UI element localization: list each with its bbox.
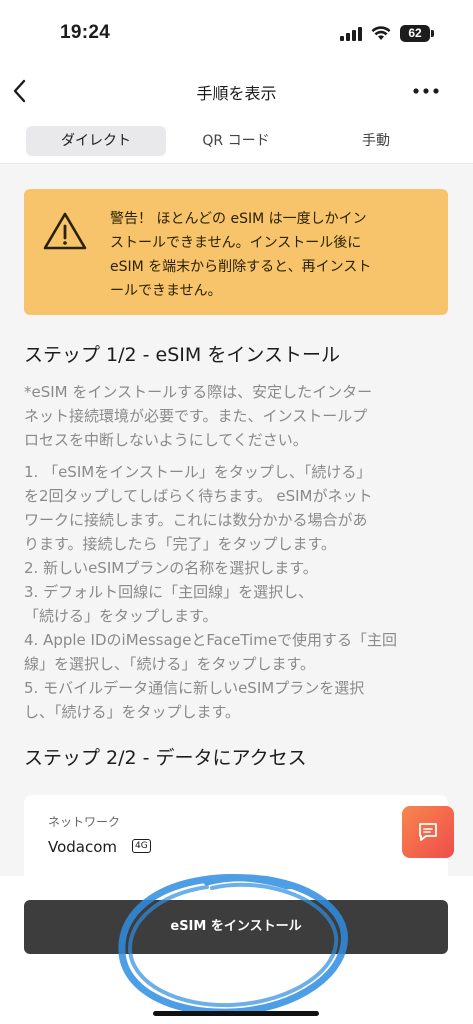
instruction-line: し、「続ける」をタップします。 [24, 703, 241, 721]
note-line: ネット接続環境が必要です。また、インストールプ [24, 407, 368, 425]
tab-manual[interactable]: 手動 [306, 126, 446, 156]
install-esim-button[interactable]: eSIM をインストール [24, 900, 448, 954]
warning-triangle-icon [43, 212, 87, 250]
network-label: ネットワーク [48, 815, 121, 829]
more-options-icon[interactable] [411, 86, 441, 96]
warning-text: 警告！ ほとんどの eSIM は一度しかイン ストールできません。インストール後… [110, 207, 434, 303]
network-type-badge: 4G [132, 839, 151, 853]
home-indicator [153, 1011, 319, 1016]
instruction-line: 2. 新しいeSIMプランの名称を選択します。 [24, 559, 318, 577]
instruction-line: ワークに接続します。これには数分かかる場合があ [24, 511, 368, 529]
instruction-line: 4. Apple IDのiMessageとFaceTimeで使用する「主回 [24, 631, 398, 649]
battery-tip [431, 30, 434, 37]
note-line: ロセスを中断しないようにしてください。 [24, 431, 308, 449]
warning-line: ールできません。 [110, 283, 222, 299]
warning-line: eSIM を端末から削除すると、再インスト [110, 259, 372, 275]
instruction-line: ります。接続したら「完了」をタップします。 [24, 535, 337, 553]
warning-line: 警告！ ほとんどの eSIM は一度しかイン [110, 211, 367, 227]
step1-note: *eSIM をインストールする際は、安定したインター ネット接続環境が必要です。… [24, 380, 454, 452]
network-value: Vodacom [48, 838, 118, 856]
page-title: 手順を表示 [196, 84, 277, 103]
warning-line: ストールできません。インストール後に [110, 235, 362, 251]
step1-instructions: 1. 「eSIMをインストール」をタップし、「続ける」 を2回タップしてしばらく… [24, 460, 454, 724]
instruction-line: 「続ける」をタップします。 [24, 607, 218, 625]
wifi-icon [371, 26, 391, 40]
instruction-line: 3. デフォルト回線に「主回線」を選択し、 [24, 583, 314, 601]
instruction-line: 1. 「eSIMをインストール」をタップし、「続ける」 [24, 463, 372, 481]
instruction-line: 5. モバイルデータ通信に新しいeSIMプランを選択 [24, 679, 365, 697]
chat-bubble-icon [419, 823, 437, 841]
status-bar: 19:24 62 [0, 0, 473, 66]
tab-qr-code[interactable]: QR コード [166, 126, 306, 156]
install-method-tabs: ダイレクト QR コード 手動 [0, 120, 473, 164]
support-chat-button[interactable] [402, 806, 454, 858]
step1-title: ステップ 1/2 - eSIM をインストール [24, 344, 340, 366]
status-time: 19:24 [60, 22, 111, 43]
nav-bar: 手順を表示 [0, 66, 473, 120]
step2-title: ステップ 2/2 - データにアクセス [24, 747, 307, 769]
cellular-signal-icon [340, 27, 362, 41]
instruction-line: 線」を選択し、「続ける」をタップします。 [24, 655, 316, 673]
warning-banner: 警告！ ほとんどの eSIM は一度しかイン ストールできません。インストール後… [24, 189, 448, 315]
instruction-line: を2回タップしてしばらく待ちます。 eSIMがネット [24, 487, 373, 505]
note-line: *eSIM をインストールする際は、安定したインター [24, 383, 373, 401]
tab-direct[interactable]: ダイレクト [26, 126, 166, 156]
bottom-action-bar: eSIM をインストール [0, 876, 473, 1024]
battery-indicator: 62 [400, 25, 430, 42]
